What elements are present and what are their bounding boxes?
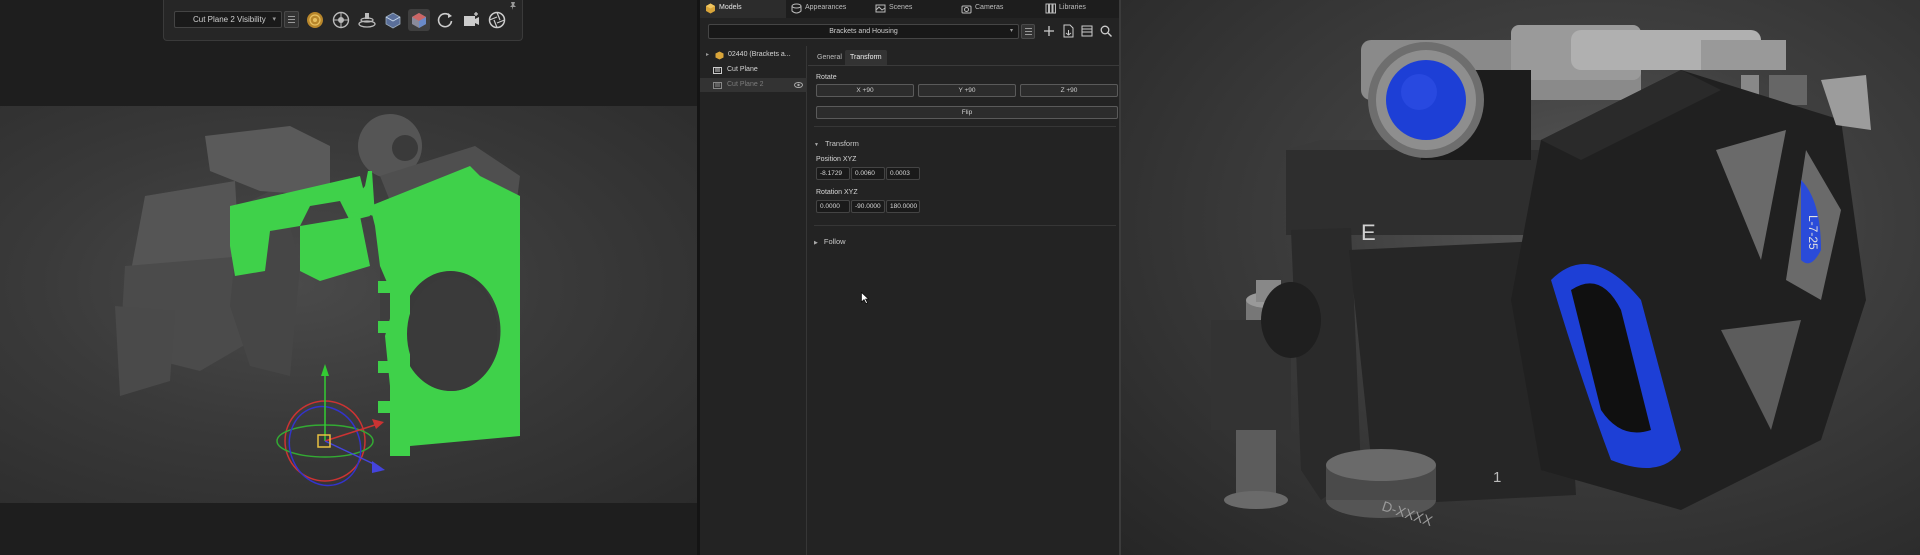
tab-divider <box>808 65 1122 66</box>
transform-section-header[interactable]: ▼ Transform <box>814 139 859 148</box>
turntable-icon[interactable] <box>356 9 378 31</box>
eye-icon[interactable] <box>794 82 803 88</box>
cut-plane-render[interactable] <box>0 106 697 503</box>
rotate-z-button[interactable]: Z +90 <box>1020 84 1118 97</box>
scenes-icon <box>875 4 886 13</box>
tab-appearances[interactable]: Appearances <box>786 0 870 18</box>
left-viewport[interactable]: Cut Plane 2 Visibility ▾ <box>0 0 697 555</box>
cut-plane-icon <box>713 82 722 89</box>
search-icon[interactable] <box>1099 24 1113 38</box>
pin-icon[interactable] <box>508 1 518 11</box>
tree-row-model[interactable]: ▸ 02440 (Brackets a... <box>700 48 807 62</box>
environment-icon[interactable] <box>330 9 352 31</box>
tab-scenes-label: Scenes <box>889 4 913 11</box>
tree-row-cut-plane-2-label: Cut Plane 2 <box>727 81 764 88</box>
libraries-icon <box>1045 3 1056 14</box>
model-icon <box>715 51 724 60</box>
follow-section-header[interactable]: ▶ Follow <box>814 237 846 246</box>
rotation-x-field[interactable]: 0.0000 <box>816 200 850 213</box>
camera-add-icon[interactable] <box>460 9 482 31</box>
position-label: Position XYZ <box>816 156 857 163</box>
model-list-button[interactable] <box>1021 24 1035 39</box>
follow-section-label: Follow <box>823 237 846 246</box>
flip-button[interactable]: Flip <box>816 106 1118 119</box>
rotation-y-field[interactable]: -90.0000 <box>851 200 885 213</box>
import-file-icon[interactable] <box>1061 24 1075 38</box>
tree-row-cut-plane-2[interactable]: Cut Plane 2 <box>700 78 807 92</box>
tab-scenes[interactable]: Scenes <box>870 0 956 18</box>
add-icon[interactable] <box>1042 24 1056 38</box>
chevron-down-icon: ▾ <box>1009 28 1013 34</box>
expand-arrow-icon[interactable]: ▸ <box>706 48 709 62</box>
rotate-label: Rotate <box>816 74 837 81</box>
cut-plane-icon <box>713 67 722 74</box>
transform-gizmo[interactable] <box>276 364 385 496</box>
models-panel: Models Appearances Scenes Cameras Librar… <box>697 0 1122 555</box>
tree-row-cut-plane[interactable]: Cut Plane <box>700 63 807 77</box>
cut-plane-visibility-select[interactable]: Cut Plane 2 Visibility ▾ <box>174 11 282 28</box>
model-tree: ▸ 02440 (Brackets a... Cut Plane Cut Pla… <box>700 46 807 555</box>
bracket-assembly <box>1211 25 1871 518</box>
face-letter-label: E <box>1361 220 1376 245</box>
render-viewport[interactable]: E D-XXXX 1 L-7-25 <box>1121 0 1920 555</box>
triangle-down-icon: ▼ <box>814 142 819 148</box>
tab-models-label: Models <box>719 4 742 11</box>
properties-pane: General Transform Rotate X +90 Y +90 Z +… <box>808 46 1122 555</box>
position-y-field[interactable]: 0.0060 <box>851 167 885 180</box>
viewport-toolbar: Cut Plane 2 Visibility ▾ <box>163 0 523 41</box>
tab-appearances-label: Appearances <box>805 4 847 11</box>
chevron-down-icon: ▾ <box>272 16 276 23</box>
divider <box>814 126 1116 127</box>
material-ball-icon[interactable] <box>304 9 326 31</box>
tab-transform[interactable]: Transform <box>845 50 887 65</box>
transform-section-label: Transform <box>824 139 859 148</box>
rotate-x-button[interactable]: X +90 <box>816 84 914 97</box>
triangle-right-icon: ▶ <box>814 240 818 246</box>
panel-tab-bar: Models Appearances Scenes Cameras Librar… <box>700 0 1119 18</box>
rotate-y-button[interactable]: Y +90 <box>918 84 1016 97</box>
divider <box>814 225 1116 226</box>
tab-cameras-label: Cameras <box>975 4 1004 11</box>
model-select[interactable]: Brackets and Housing ▾ <box>708 24 1019 39</box>
cut-plane-visibility-label: Cut Plane 2 Visibility <box>193 15 266 24</box>
cube-active-icon[interactable] <box>408 9 430 31</box>
position-x-field[interactable]: -8.1729 <box>816 167 850 180</box>
appearances-icon <box>791 3 802 14</box>
cut-plane-list-button[interactable] <box>284 11 299 28</box>
model-select-value: Brackets and Housing <box>829 28 898 35</box>
aperture-icon[interactable] <box>486 9 508 31</box>
models-icon <box>706 3 715 14</box>
tree-row-model-label: 02440 (Brackets a... <box>728 51 791 58</box>
refresh-icon[interactable] <box>434 9 456 31</box>
tab-general[interactable]: General <box>812 50 847 65</box>
position-z-field[interactable]: 0.0003 <box>886 167 920 180</box>
cube-icon[interactable] <box>382 9 404 31</box>
tab-models[interactable]: Models <box>700 0 786 18</box>
mouse-cursor-icon <box>861 292 869 304</box>
digit-label: 1 <box>1493 469 1501 486</box>
cameras-icon <box>961 5 972 14</box>
rotation-z-field[interactable]: 180.0000 <box>886 200 920 213</box>
rotation-label: Rotation XYZ <box>816 189 858 196</box>
tab-libraries[interactable]: Libraries <box>1040 0 1124 18</box>
tab-libraries-label: Libraries <box>1059 4 1086 11</box>
tree-row-cut-plane-label: Cut Plane <box>727 66 758 73</box>
layout-icon[interactable] <box>1080 24 1094 38</box>
tab-cameras[interactable]: Cameras <box>956 0 1040 18</box>
side-text-label: L-7-25 <box>1806 215 1820 250</box>
